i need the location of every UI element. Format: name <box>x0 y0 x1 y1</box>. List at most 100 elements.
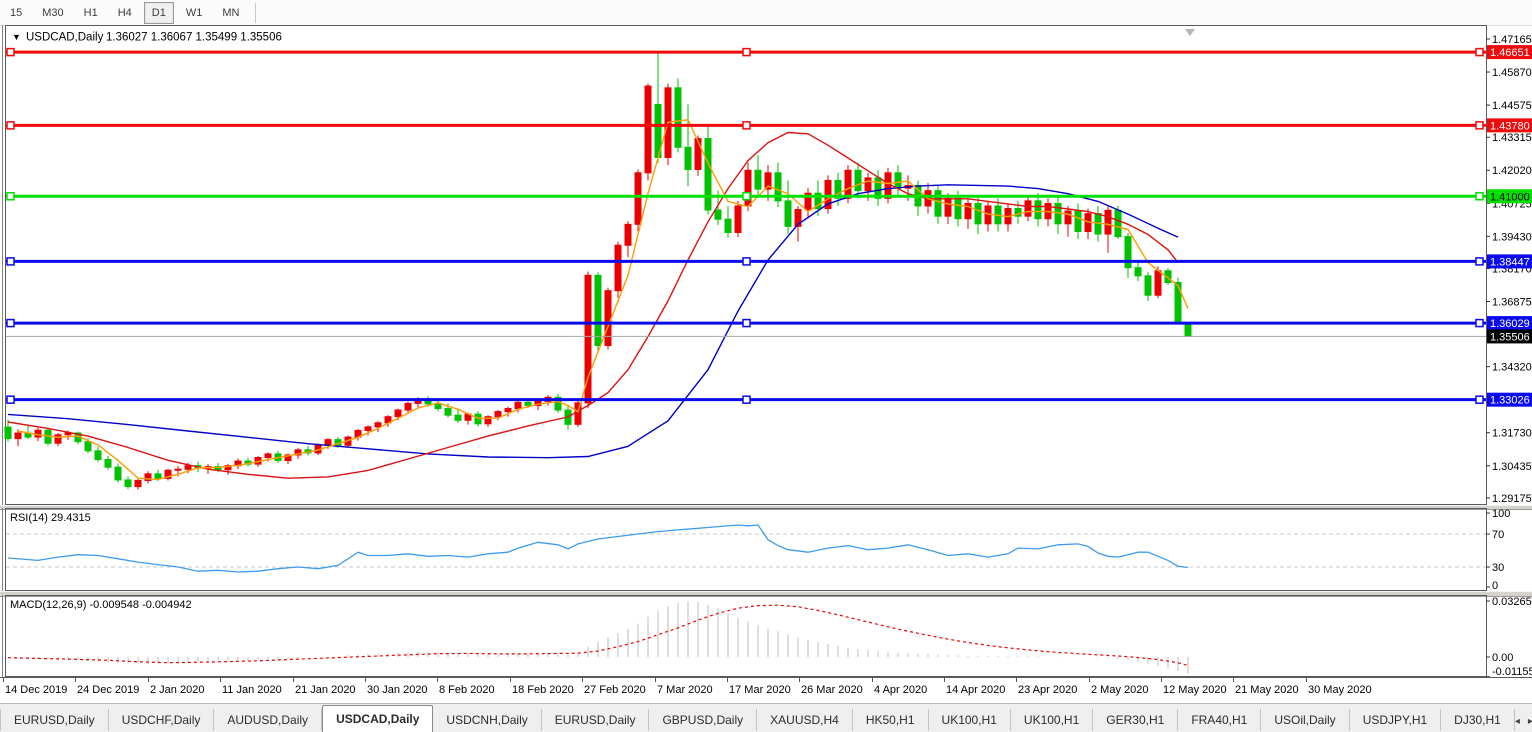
candle <box>474 413 482 425</box>
line-handle <box>742 121 751 130</box>
candle <box>1154 270 1162 296</box>
candle <box>524 401 532 406</box>
candle <box>624 223 632 246</box>
rsi-axis-label: 0 <box>1492 580 1498 591</box>
candle <box>634 172 642 225</box>
time-axis-label: 17 Mar 2020 <box>729 684 791 696</box>
svg-text:1.42020: 1.42020 <box>1492 165 1532 177</box>
candle <box>1124 236 1132 269</box>
tab-scroll-controls: ◂ ▸ <box>1515 716 1532 732</box>
tab-scroll-left-icon[interactable]: ◂ <box>1515 716 1520 727</box>
time-axis-label: 30 May 2020 <box>1308 684 1372 696</box>
rsi-axis-label: 30 <box>1492 562 1504 574</box>
tab-gbpusd-daily[interactable]: GBPUSD,Daily <box>649 709 758 731</box>
tab-xauusd-h4[interactable]: XAUUSD,H4 <box>757 709 853 731</box>
candle <box>614 244 622 292</box>
ma-slow-line <box>7 184 1179 459</box>
candle <box>84 441 92 452</box>
tab-usdjpy-h1[interactable]: USDJPY,H1 <box>1350 709 1442 731</box>
timeframe-button-h1[interactable]: H1 <box>76 2 106 24</box>
candle <box>684 146 692 170</box>
rsi-line <box>7 524 1189 573</box>
candle <box>184 465 192 470</box>
timeframe-button-d1[interactable]: D1 <box>143 1 174 24</box>
price-line-1.41000[interactable] <box>6 192 1486 201</box>
tab-usdchf-daily[interactable]: USDCHF,Daily <box>109 709 215 731</box>
candle <box>844 169 852 199</box>
candle <box>14 432 22 440</box>
price-axis[interactable]: 1.471651.458701.445751.433151.420201.407… <box>1486 34 1532 505</box>
time-tick <box>944 678 945 682</box>
tab-hk50-h1[interactable]: HK50,H1 <box>853 709 929 731</box>
time-tick <box>655 678 656 682</box>
price-line-1.46651[interactable] <box>6 47 1486 57</box>
tab-usdcad-daily[interactable]: USDCAD,Daily <box>322 705 434 732</box>
tab-usoil-daily[interactable]: USOil,Daily <box>1261 709 1350 731</box>
line-handle <box>6 192 15 201</box>
price-line-1.33026[interactable] <box>6 395 1486 404</box>
candle <box>1024 200 1032 217</box>
candle <box>714 209 722 220</box>
time-axis-label: 24 Dec 2019 <box>77 684 140 696</box>
symbol-dropdown-icon[interactable]: ▼ <box>12 32 21 42</box>
svg-text:1.47165: 1.47165 <box>1492 34 1532 46</box>
tab-uk100-h1-2[interactable]: UK100,H1 <box>1011 709 1094 731</box>
line-handle <box>742 318 751 328</box>
candle <box>154 473 162 479</box>
main-chart-plot[interactable]: 1.471651.458701.445751.433151.420201.407… <box>2 25 1532 505</box>
time-tick <box>75 678 76 682</box>
macd-panel[interactable]: 0.032658 0.00 -0.011558 MACD(12,26,9) -0.0… <box>0 595 1532 677</box>
tab-ger30-h1[interactable]: GER30,H1 <box>1093 709 1179 731</box>
line-handle <box>1475 395 1484 404</box>
chart-tabs: EURUSD,Daily USDCHF,Daily AUDUSD,Daily USDC… <box>0 703 1532 732</box>
main-chart[interactable]: 1.471651.458701.445751.433151.420201.407… <box>0 25 1532 505</box>
rsi-panel[interactable]: 100 70 30 0 RSI(14) 29.4315 <box>0 508 1532 591</box>
tab-fra40-h1[interactable]: FRA40,H1 <box>1178 709 1262 731</box>
timeframe-button-h4[interactable]: H4 <box>110 2 140 24</box>
candle <box>704 138 712 211</box>
time-axis-label: 7 Mar 2020 <box>657 684 713 696</box>
macd-label: MACD(12,26,9) -0.009548 -0.004942 <box>10 599 192 611</box>
time-axis-label: 2 Jan 2020 <box>150 684 205 696</box>
time-axis-label: 4 Apr 2020 <box>874 684 928 696</box>
timeframe-button-w1[interactable]: W1 <box>178 2 211 24</box>
timeframe-button-mn[interactable]: MN <box>214 2 247 24</box>
tab-usdcnh-daily[interactable]: USDCNH,Daily <box>433 709 542 731</box>
price-line-1.36029[interactable] <box>6 318 1486 328</box>
time-axis-label: 27 Feb 2020 <box>584 684 646 696</box>
candle <box>404 402 412 411</box>
price-line-1.38447[interactable] <box>6 257 1486 266</box>
tab-eurusd-daily-2[interactable]: EURUSD,Daily <box>542 709 650 731</box>
time-axis-label: 14 Apr 2020 <box>946 684 1006 696</box>
time-axis[interactable]: 14 Dec 2019 24 Dec 2019 2 Jan 2020 11 Jan 2… <box>0 677 1532 704</box>
tab-dj30-h1[interactable]: DJ30,H1 <box>1441 709 1515 731</box>
rsi-axis-label: 70 <box>1492 529 1504 541</box>
price-line-1.43780[interactable] <box>6 121 1486 130</box>
tab-uk100-h1[interactable]: UK100,H1 <box>929 709 1011 731</box>
candle <box>864 177 872 192</box>
candle <box>394 409 402 418</box>
tab-audusd-daily[interactable]: AUDUSD,Daily <box>214 709 323 731</box>
candle <box>1174 281 1182 324</box>
candles-group <box>4 51 1192 490</box>
tab-scroll-right-icon[interactable]: ▸ <box>1528 716 1532 727</box>
line-handle <box>6 395 15 404</box>
time-tick <box>1306 678 1307 682</box>
candle <box>644 85 652 174</box>
timeframe-button-m30[interactable]: M30 <box>34 2 71 24</box>
rsi-plot: 100 70 30 0 <box>2 508 1510 591</box>
chart-title-ohlc: 1.36027 1.36067 1.35499 1.35506 <box>106 32 282 44</box>
time-tick <box>799 678 800 682</box>
tab-eurusd-daily[interactable]: EURUSD,Daily <box>0 709 109 731</box>
candle <box>34 429 42 438</box>
toolbar-separator <box>255 2 257 23</box>
candle <box>1114 209 1122 238</box>
timeframe-button-15[interactable]: 15 <box>2 2 30 24</box>
price-badge: 1.33026 <box>1490 395 1530 407</box>
chart-title-symbol: USDCAD,Daily <box>26 32 104 44</box>
time-axis-label: 12 May 2020 <box>1163 684 1227 696</box>
ma-fast-line <box>17 118 1189 481</box>
line-handle <box>742 192 751 201</box>
time-tick <box>1089 678 1090 682</box>
line-handle <box>1475 318 1484 328</box>
